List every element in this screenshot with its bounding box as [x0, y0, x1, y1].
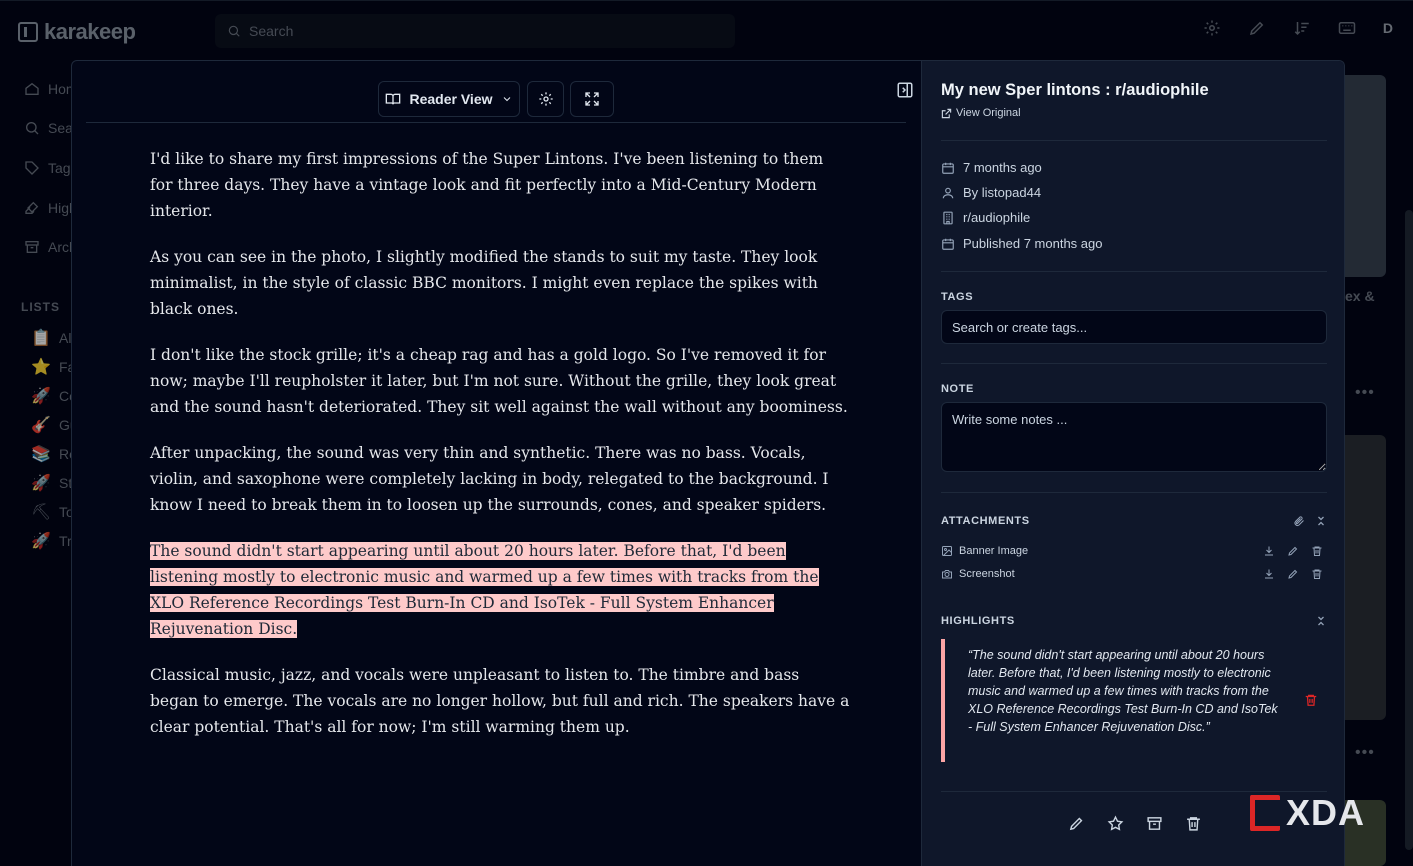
tags-heading: TAGS: [941, 291, 974, 303]
trash-icon[interactable]: [1304, 693, 1318, 707]
chevron-down-icon: [503, 97, 510, 102]
highlight-quote: “The sound didn't start appearing until …: [968, 648, 1278, 734]
meta-published: Published 7 months ago: [941, 236, 1102, 251]
divider: [941, 140, 1327, 141]
reader-pane: Reader View I'd like to share my first i…: [72, 61, 921, 866]
attachment-row[interactable]: Screenshot: [941, 565, 1327, 583]
attachment-label: Screenshot: [959, 568, 1015, 580]
article-paragraph: I'd like to share my first impressions o…: [150, 150, 824, 220]
building-icon: [943, 211, 953, 224]
meta-publisher-text: r/audiophile: [963, 210, 1031, 225]
meta-saved-text: 7 months ago: [963, 160, 1042, 175]
trash-icon[interactable]: [1311, 568, 1323, 580]
collapse-icon[interactable]: [1315, 615, 1327, 627]
note-heading: NOTE: [941, 383, 974, 395]
star-icon[interactable]: [1107, 815, 1124, 832]
article-paragraph: I don't like the stock grille; it's a ch…: [150, 346, 848, 416]
divider: [941, 492, 1327, 493]
pencil-icon[interactable]: [1068, 815, 1085, 832]
trash-icon[interactable]: [1185, 815, 1202, 832]
view-original-link[interactable]: View Original: [941, 107, 1021, 119]
note-input[interactable]: [941, 402, 1327, 472]
meta-published-text: Published 7 months ago: [963, 236, 1103, 251]
user-icon: [942, 187, 954, 198]
highlights-heading: HIGHLIGHTS: [941, 615, 1015, 627]
highlighted-paragraph: The sound didn't start appearing until a…: [150, 538, 850, 642]
meta-publisher: r/audiophile: [941, 210, 1030, 225]
gear-icon: [538, 92, 553, 106]
article-content: I'd like to share my first impressions o…: [150, 146, 850, 760]
bookmark-actions: [1068, 815, 1202, 832]
reader-view-label: Reader View: [409, 91, 493, 107]
divider: [941, 271, 1327, 272]
article-paragraph: As you can see in the photo, I slightly …: [150, 248, 818, 318]
reader-toolbar: Reader View: [86, 61, 913, 123]
paperclip-icon[interactable]: [1293, 515, 1305, 527]
attachment-row[interactable]: Banner Image: [941, 542, 1327, 560]
fullscreen-button[interactable]: [570, 81, 614, 117]
attachments-heading: ATTACHMENTS: [941, 515, 1030, 527]
reader-settings-button[interactable]: [527, 81, 564, 117]
divider: [941, 363, 1327, 364]
xda-watermark: XDA: [1250, 792, 1365, 834]
pencil-icon[interactable]: [1287, 568, 1299, 580]
panel-toggle-icon[interactable]: [896, 81, 914, 99]
meta-saved: 7 months ago: [941, 160, 1042, 175]
calendar-icon: [942, 238, 954, 250]
archive-icon[interactable]: [1146, 815, 1163, 832]
expand-icon: [585, 92, 599, 106]
collapse-icon[interactable]: [1315, 515, 1327, 527]
bookmark-preview-modal: Reader View I'd like to share my first i…: [71, 60, 1345, 866]
pencil-icon[interactable]: [1287, 545, 1299, 557]
download-icon[interactable]: [1263, 545, 1275, 557]
meta-author: By listopad44: [941, 185, 1041, 200]
watermark-text: XDA: [1286, 792, 1366, 833]
attachment-label: Banner Image: [959, 545, 1029, 557]
book-open-icon: [386, 93, 401, 105]
reader-view-dropdown[interactable]: Reader View: [378, 81, 520, 117]
bookmark-title[interactable]: My new Sper lintons : r/audiophile: [941, 81, 1209, 100]
meta-author-text: By listopad44: [963, 185, 1042, 200]
xda-logo-icon: [1250, 795, 1280, 831]
download-icon[interactable]: [1263, 568, 1275, 580]
image-icon: [942, 546, 952, 556]
highlight-item[interactable]: “The sound didn't start appearing until …: [941, 639, 1327, 762]
external-link-icon: [941, 108, 952, 118]
calendar-icon: [942, 162, 954, 174]
article-paragraph: Classical music, jazz, and vocals were u…: [150, 666, 850, 736]
highlighted-text[interactable]: The sound didn't start appearing until a…: [150, 542, 819, 638]
article-paragraph: After unpacking, the sound was very thin…: [150, 444, 829, 514]
camera-icon: [942, 570, 952, 579]
view-original-label: View Original: [956, 107, 1021, 119]
tags-input[interactable]: [941, 310, 1327, 344]
details-panel: My new Sper lintons : r/audiophile View …: [921, 61, 1344, 866]
trash-icon[interactable]: [1311, 545, 1323, 557]
